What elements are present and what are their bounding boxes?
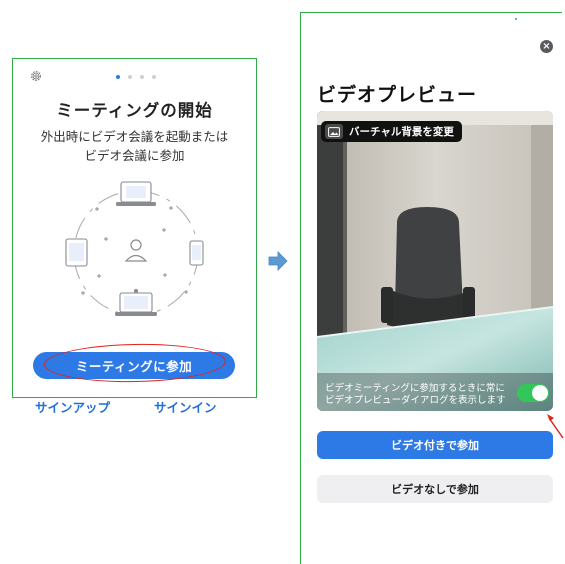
gear-icon[interactable] xyxy=(29,69,43,83)
signup-link[interactable]: サインアップ xyxy=(35,397,110,416)
close-icon[interactable]: × xyxy=(540,40,553,53)
subtitle-line-1: 外出時にビデオ会議を起動または xyxy=(40,129,229,144)
red-arrow-annotation xyxy=(547,414,564,439)
page-dots-indicator xyxy=(116,75,156,79)
status-dot xyxy=(515,18,517,20)
always-show-preview-text-line-2: ビデオプレビューダイアログを表示します xyxy=(325,395,506,406)
join-without-video-button[interactable]: ビデオなしで参加 xyxy=(317,475,553,503)
video-preview-screen: × ビデオプレビュー バーチャル背景を変更 ビデオミーティングに参加するときに常… xyxy=(300,12,562,564)
join-with-video-button[interactable]: ビデオ付きで参加 xyxy=(317,431,553,459)
change-virtual-background-button[interactable]: バーチャル背景を変更 xyxy=(321,121,462,142)
always-show-preview-toggle[interactable] xyxy=(517,384,549,402)
page-title: ビデオプレビュー xyxy=(317,84,478,106)
arrow-right-icon xyxy=(268,251,288,271)
signin-link[interactable]: サインイン xyxy=(154,397,217,416)
start-meeting-screen: ミーティングの開始 外出時にビデオ会議を起動または ビデオ会議に参加 ミーティン… xyxy=(12,58,257,415)
page-title: ミーティングの開始 xyxy=(56,101,213,120)
camera-feed-image xyxy=(317,111,553,411)
virtual-background-label: バーチャル背景を変更 xyxy=(349,126,454,138)
subtitle-line-2: ビデオ会議に参加 xyxy=(84,148,185,163)
camera-preview: バーチャル背景を変更 ビデオミーティングに参加するときに常に ビデオプレビューダ… xyxy=(317,111,553,411)
toggle-knob xyxy=(532,385,548,401)
meeting-devices-illustration xyxy=(65,181,204,316)
virtual-background-icon xyxy=(325,124,343,139)
